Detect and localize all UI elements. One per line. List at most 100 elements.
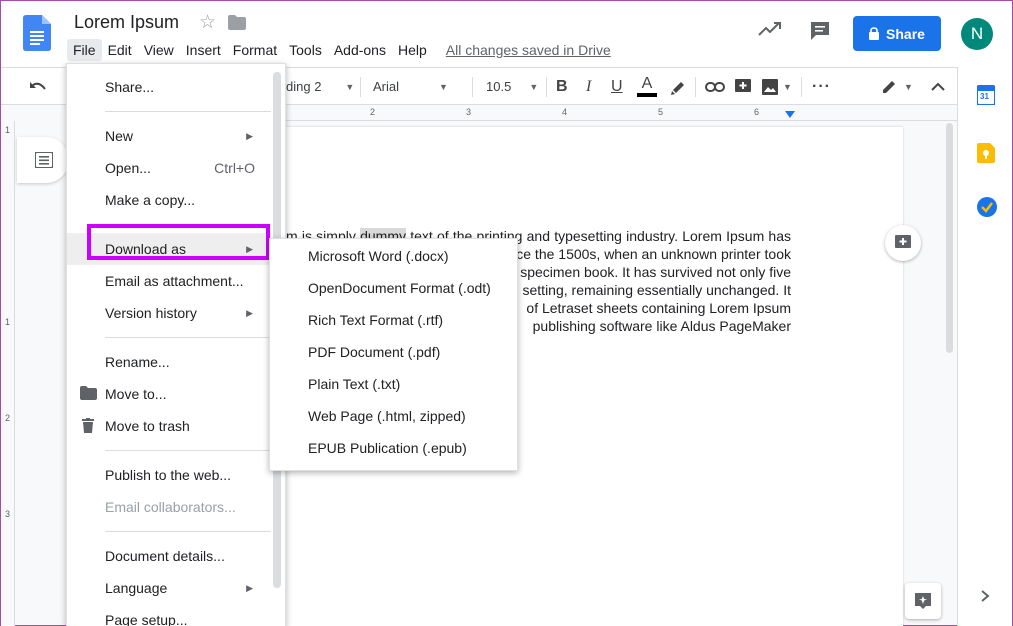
paragraph-style-value: ding 2 — [286, 79, 322, 94]
share-button[interactable]: Share — [853, 16, 941, 51]
undo-icon[interactable] — [29, 68, 47, 105]
document-title[interactable]: Lorem Ipsum — [74, 12, 179, 33]
menu-label: Publish to the web... — [105, 467, 232, 483]
more-icon[interactable]: ··· — [812, 68, 831, 105]
expand-panel-icon[interactable] — [980, 589, 990, 606]
menu-view[interactable]: View — [138, 39, 180, 61]
folder-icon[interactable] — [228, 15, 246, 33]
menu-addons[interactable]: Add-ons — [328, 39, 392, 61]
horizontal-ruler[interactable]: 2 3 4 5 6 — [286, 105, 957, 121]
menu-help[interactable]: Help — [392, 39, 433, 61]
text-color-icon[interactable]: A — [637, 68, 657, 105]
add-comment-icon — [895, 235, 911, 248]
toolbar-divider — [546, 77, 547, 97]
menu-label: Move to... — [105, 386, 167, 402]
menu-tools[interactable]: Tools — [283, 39, 328, 61]
insert-comment-icon[interactable] — [734, 68, 752, 105]
menu-make-copy[interactable]: Make a copy... — [67, 184, 271, 216]
menu-version-history[interactable]: Version history ▶ — [67, 297, 271, 329]
collapse-icon[interactable] — [930, 68, 946, 105]
menu-label: New — [105, 128, 134, 144]
download-epub[interactable]: EPUB Publication (.epub) — [270, 432, 517, 464]
menu-edit[interactable]: Edit — [102, 39, 138, 61]
font-size-select[interactable]: 10.5 ▼ — [486, 68, 538, 105]
insert-image-icon[interactable]: ▼ — [761, 68, 792, 105]
keep-icon[interactable] — [977, 143, 995, 166]
menu-label: Rename... — [105, 354, 170, 370]
download-pdf[interactable]: PDF Document (.pdf) — [270, 336, 517, 368]
menu-move-to-trash[interactable]: Move to trash — [67, 410, 271, 442]
ruler-mark: 3 — [466, 107, 472, 117]
document-scrollbar-thumb[interactable] — [946, 123, 953, 353]
font-size-value: 10.5 — [486, 79, 512, 94]
menu-language[interactable]: Language ▶ — [67, 572, 271, 604]
menu-new[interactable]: New ▶ — [67, 120, 271, 152]
menu-insert[interactable]: Insert — [180, 39, 227, 61]
menu-move-to[interactable]: Move to... — [67, 378, 271, 410]
explore-icon — [915, 593, 931, 609]
menu-publish-web[interactable]: Publish to the web... — [67, 459, 271, 491]
submenu-arrow-icon: ▶ — [246, 130, 253, 141]
star-icon[interactable]: ☆ — [199, 11, 216, 34]
download-html[interactable]: Web Page (.html, zipped) — [270, 400, 517, 432]
toolbar-divider — [472, 77, 473, 97]
link-icon[interactable] — [705, 68, 725, 105]
menu-file[interactable]: File — [67, 39, 102, 61]
menu-share[interactable]: Share... — [67, 71, 271, 103]
activity-dashboard-icon[interactable] — [758, 21, 782, 40]
menu-label: Page setup... — [105, 612, 188, 626]
italic-icon[interactable]: I — [586, 68, 591, 105]
menu-email-attachment[interactable]: Email as attachment... — [67, 265, 271, 297]
explore-button[interactable] — [905, 583, 941, 619]
bold-icon[interactable]: B — [556, 68, 568, 105]
toolbar-divider — [801, 77, 802, 97]
vruler-mark: 1 — [5, 317, 11, 327]
menu-label: Open... — [105, 160, 151, 176]
menu-page-setup[interactable]: Page setup... — [67, 604, 271, 626]
menu-rename[interactable]: Rename... — [67, 346, 271, 378]
toolbar-divider — [360, 77, 361, 97]
editing-mode-icon[interactable]: ▼ — [880, 68, 913, 105]
underline-icon[interactable]: U — [611, 68, 623, 105]
menubar: File Edit View Insert Format Tools Add-o… — [67, 39, 614, 61]
document-outline-button[interactable] — [17, 137, 69, 183]
menu-label: Make a copy... — [105, 192, 196, 208]
menu-open[interactable]: Open... Ctrl+O — [67, 152, 271, 184]
font-select[interactable]: Arial ▼ — [373, 68, 448, 105]
comments-icon[interactable] — [809, 20, 831, 45]
chevron-down-icon: ▼ — [904, 81, 913, 92]
paragraph-style-select[interactable]: ding 2 ▼ — [286, 68, 354, 105]
vertical-ruler: 1 1 2 3 — [1, 121, 15, 626]
menu-label: Move to trash — [105, 418, 190, 434]
chevron-down-icon: ▼ — [529, 81, 539, 92]
download-txt[interactable]: Plain Text (.txt) — [270, 368, 517, 400]
download-submenu: Microsoft Word (.docx) OpenDocument Form… — [269, 238, 518, 471]
app-header: Lorem Ipsum ☆ File Edit View Insert Form… — [1, 1, 1012, 67]
save-status-link[interactable]: All changes saved in Drive — [443, 39, 614, 61]
menu-format[interactable]: Format — [227, 39, 283, 61]
highlight-icon[interactable] — [669, 68, 687, 105]
toolbar-divider — [695, 77, 696, 97]
vruler-mark: 1 — [5, 125, 11, 135]
file-menu: Share... New ▶ Open... Ctrl+O Make a copy.… — [66, 63, 286, 626]
calendar-icon[interactable]: 31 — [976, 85, 996, 108]
menu-label: Email collaborators... — [105, 499, 236, 515]
submenu-arrow-icon: ▶ — [246, 582, 253, 593]
menu-document-details[interactable]: Document details... — [67, 540, 271, 572]
side-panel: 31 — [957, 67, 1012, 626]
download-docx[interactable]: Microsoft Word (.docx) — [270, 240, 517, 272]
menu-shortcut: Ctrl+O — [214, 160, 255, 176]
download-rtf[interactable]: Rich Text Format (.rtf) — [270, 304, 517, 336]
docs-logo-icon[interactable] — [23, 15, 51, 51]
menu-email-collaborators: Email collaborators... — [67, 491, 271, 523]
account-avatar[interactable]: N — [961, 18, 993, 50]
menu-separator — [105, 337, 271, 338]
add-comment-button[interactable] — [885, 225, 921, 261]
download-odt[interactable]: OpenDocument Format (.odt) — [270, 272, 517, 304]
right-indent-marker[interactable] — [785, 111, 795, 118]
folder-icon — [80, 386, 97, 403]
menu-label: Email as attachment... — [105, 273, 244, 289]
font-value: Arial — [373, 79, 400, 94]
annotation-highlight-box — [87, 224, 270, 260]
tasks-icon[interactable] — [977, 197, 997, 220]
